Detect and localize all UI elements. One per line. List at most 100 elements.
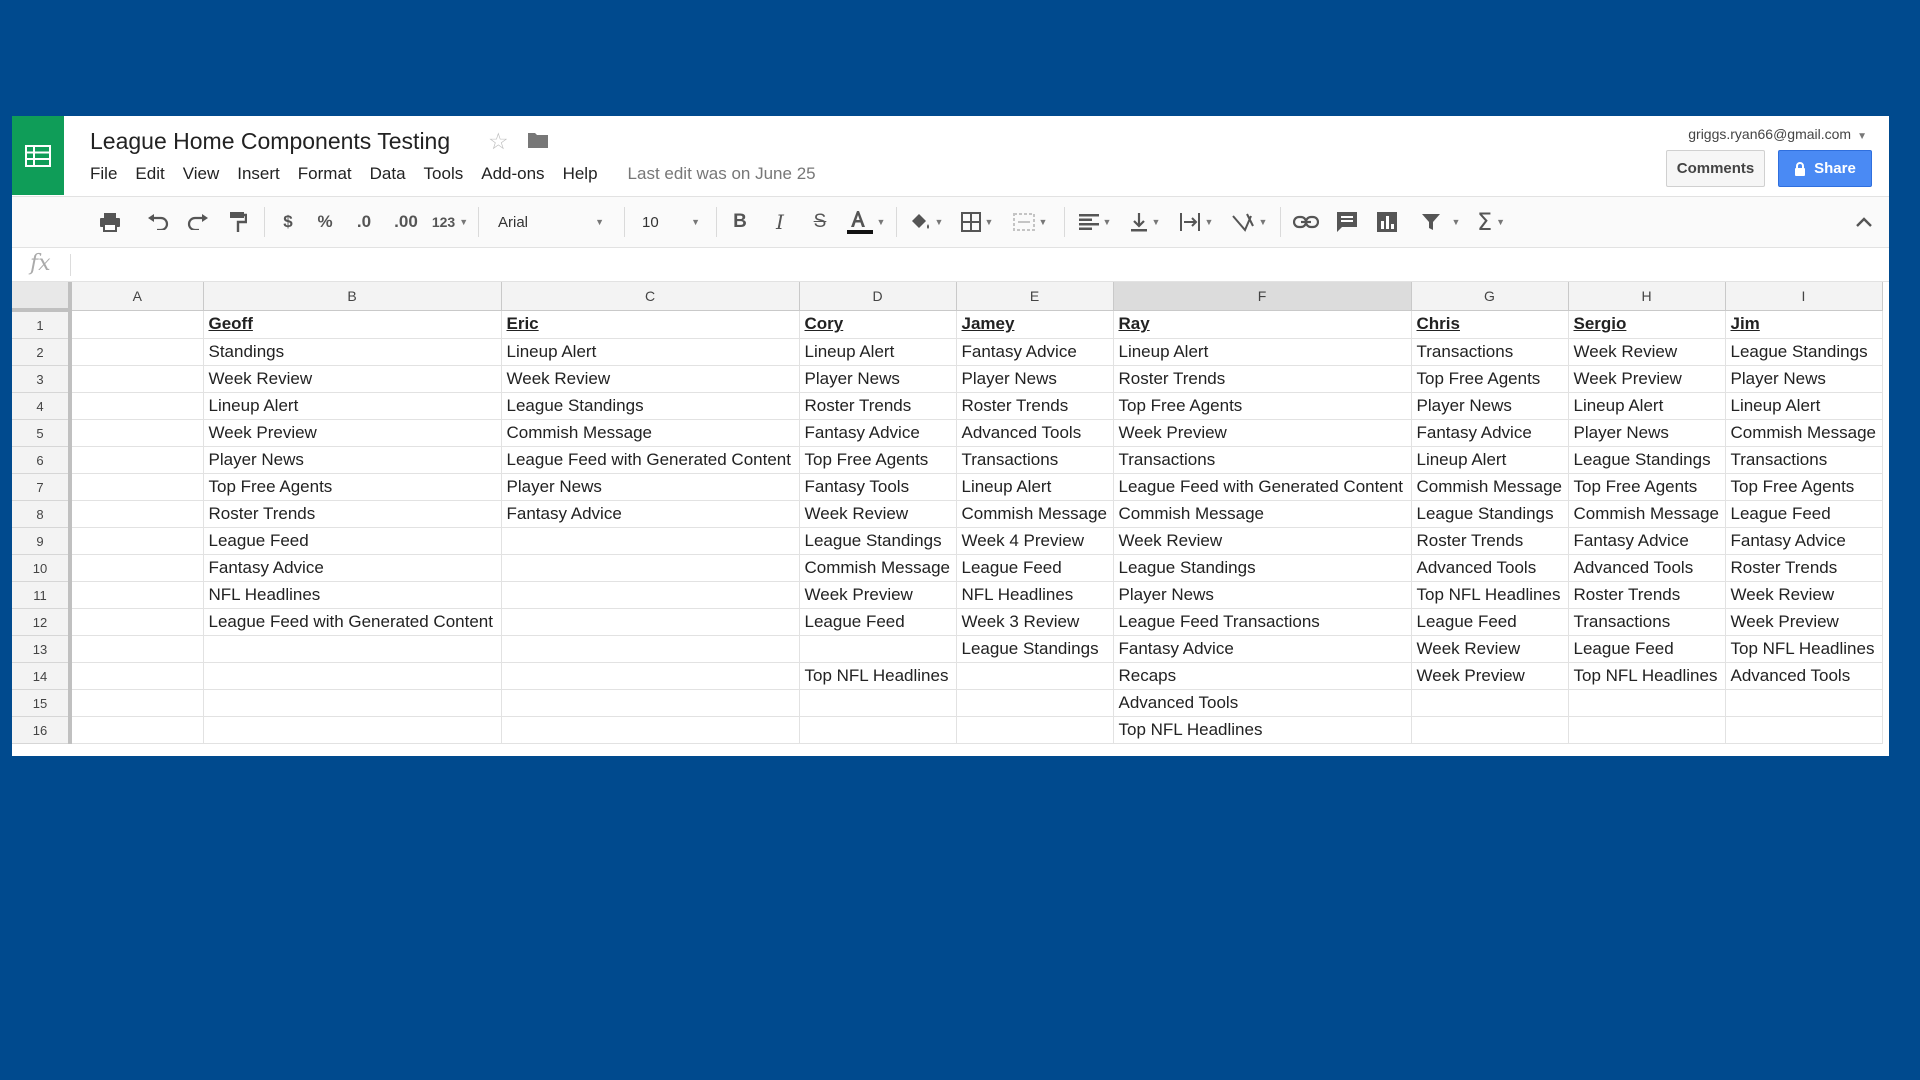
cell-a9[interactable] — [70, 527, 204, 555]
cell-g2[interactable]: Transactions — [1411, 338, 1569, 366]
cell-h8[interactable]: Commish Message — [1568, 500, 1726, 528]
cell-a1[interactable] — [70, 310, 204, 339]
cell-d7[interactable]: Fantasy Tools — [799, 473, 957, 501]
cell-h4[interactable]: Lineup Alert — [1568, 392, 1726, 420]
cell-b1[interactable]: Geoff — [203, 310, 502, 339]
cell-e16[interactable] — [956, 716, 1114, 744]
cell-i10[interactable]: Roster Trends — [1725, 554, 1883, 582]
star-icon[interactable]: ☆ — [488, 128, 509, 155]
cell-f15[interactable]: Advanced Tools — [1113, 689, 1412, 717]
cell-g1[interactable]: Chris — [1411, 310, 1569, 339]
cell-g11[interactable]: Top NFL Headlines — [1411, 581, 1569, 609]
cell-i2[interactable]: League Standings — [1725, 338, 1883, 366]
cell-e11[interactable]: NFL Headlines — [956, 581, 1114, 609]
cell-f12[interactable]: League Feed Transactions — [1113, 608, 1412, 636]
font-size-select[interactable]: 10 ▼ — [634, 197, 708, 247]
cell-g9[interactable]: Roster Trends — [1411, 527, 1569, 555]
cell-d15[interactable] — [799, 689, 957, 717]
cell-a3[interactable] — [70, 365, 204, 393]
cell-h9[interactable]: Fantasy Advice — [1568, 527, 1726, 555]
cell-d3[interactable]: Player News — [799, 365, 957, 393]
cell-b9[interactable]: League Feed — [203, 527, 502, 555]
cell-i4[interactable]: Lineup Alert — [1725, 392, 1883, 420]
formula-input[interactable] — [78, 253, 1862, 279]
cell-h14[interactable]: Top NFL Headlines — [1568, 662, 1726, 690]
cell-i15[interactable] — [1725, 689, 1883, 717]
cell-i16[interactable] — [1725, 716, 1883, 744]
cell-h10[interactable]: Advanced Tools — [1568, 554, 1726, 582]
cell-g13[interactable]: Week Review — [1411, 635, 1569, 663]
cell-e15[interactable] — [956, 689, 1114, 717]
cell-a2[interactable] — [70, 338, 204, 366]
cell-c6[interactable]: League Feed with Generated Content — [501, 446, 800, 474]
cell-h2[interactable]: Week Review — [1568, 338, 1726, 366]
cell-g6[interactable]: Lineup Alert — [1411, 446, 1569, 474]
cell-c14[interactable] — [501, 662, 800, 690]
cell-e3[interactable]: Player News — [956, 365, 1114, 393]
row-header[interactable]: 15 — [12, 689, 72, 717]
comments-button[interactable]: Comments — [1666, 150, 1765, 187]
cell-h5[interactable]: Player News — [1568, 419, 1726, 447]
row-header[interactable]: 11 — [12, 581, 72, 609]
row-header[interactable]: 10 — [12, 554, 72, 582]
cell-e14[interactable] — [956, 662, 1114, 690]
insert-comment-icon[interactable] — [1332, 197, 1362, 247]
cell-b14[interactable] — [203, 662, 502, 690]
cell-i8[interactable]: League Feed — [1725, 500, 1883, 528]
cell-f9[interactable]: Week Review — [1113, 527, 1412, 555]
row-header[interactable]: 7 — [12, 473, 72, 501]
cell-f10[interactable]: League Standings — [1113, 554, 1412, 582]
row-header[interactable]: 5 — [12, 419, 72, 447]
cell-a4[interactable] — [70, 392, 204, 420]
column-header-d[interactable]: D — [799, 282, 957, 311]
cell-b12[interactable]: League Feed with Generated Content — [203, 608, 502, 636]
menu-edit[interactable]: Edit — [135, 164, 164, 184]
cell-a10[interactable] — [70, 554, 204, 582]
row-header[interactable]: 9 — [12, 527, 72, 555]
cell-c5[interactable]: Commish Message — [501, 419, 800, 447]
menu-insert[interactable]: Insert — [237, 164, 280, 184]
row-header[interactable]: 12 — [12, 608, 72, 636]
cell-g8[interactable]: League Standings — [1411, 500, 1569, 528]
text-rotation-icon[interactable]: ▼ — [1226, 197, 1272, 247]
cell-a7[interactable] — [70, 473, 204, 501]
cell-i12[interactable]: Week Preview — [1725, 608, 1883, 636]
cell-h13[interactable]: League Feed — [1568, 635, 1726, 663]
cell-h1[interactable]: Sergio — [1568, 310, 1726, 339]
cell-f4[interactable]: Top Free Agents — [1113, 392, 1412, 420]
cell-d14[interactable]: Top NFL Headlines — [799, 662, 957, 690]
cell-c10[interactable] — [501, 554, 800, 582]
cell-b13[interactable] — [203, 635, 502, 663]
cell-f5[interactable]: Week Preview — [1113, 419, 1412, 447]
cell-g16[interactable] — [1411, 716, 1569, 744]
cell-d10[interactable]: Commish Message — [799, 554, 957, 582]
cell-d4[interactable]: Roster Trends — [799, 392, 957, 420]
cell-f14[interactable]: Recaps — [1113, 662, 1412, 690]
cell-i1[interactable]: Jim — [1725, 310, 1883, 339]
cell-i6[interactable]: Transactions — [1725, 446, 1883, 474]
row-header[interactable]: 1 — [12, 310, 72, 339]
column-header-a[interactable]: A — [70, 282, 204, 311]
cell-c2[interactable]: Lineup Alert — [501, 338, 800, 366]
cell-a11[interactable] — [70, 581, 204, 609]
cell-i7[interactable]: Top Free Agents — [1725, 473, 1883, 501]
cell-e13[interactable]: League Standings — [956, 635, 1114, 663]
cell-f6[interactable]: Transactions — [1113, 446, 1412, 474]
cell-a14[interactable] — [70, 662, 204, 690]
menu-add-ons[interactable]: Add-ons — [481, 164, 544, 184]
more-formats-dropdown[interactable]: 123 ▼ — [428, 197, 472, 247]
paint-format-icon[interactable] — [224, 197, 252, 247]
cell-g10[interactable]: Advanced Tools — [1411, 554, 1569, 582]
cell-d11[interactable]: Week Preview — [799, 581, 957, 609]
bold-icon[interactable]: B — [726, 197, 754, 247]
cell-c15[interactable] — [501, 689, 800, 717]
column-header-e[interactable]: E — [956, 282, 1114, 311]
menu-view[interactable]: View — [183, 164, 220, 184]
menu-help[interactable]: Help — [563, 164, 598, 184]
cell-i14[interactable]: Advanced Tools — [1725, 662, 1883, 690]
share-button[interactable]: Share — [1778, 150, 1872, 187]
vertical-align-icon[interactable]: ▼ — [1124, 197, 1166, 247]
italic-icon[interactable]: I — [766, 197, 794, 247]
collapse-toolbar-icon[interactable] — [1850, 197, 1878, 247]
column-header-b[interactable]: B — [203, 282, 502, 311]
